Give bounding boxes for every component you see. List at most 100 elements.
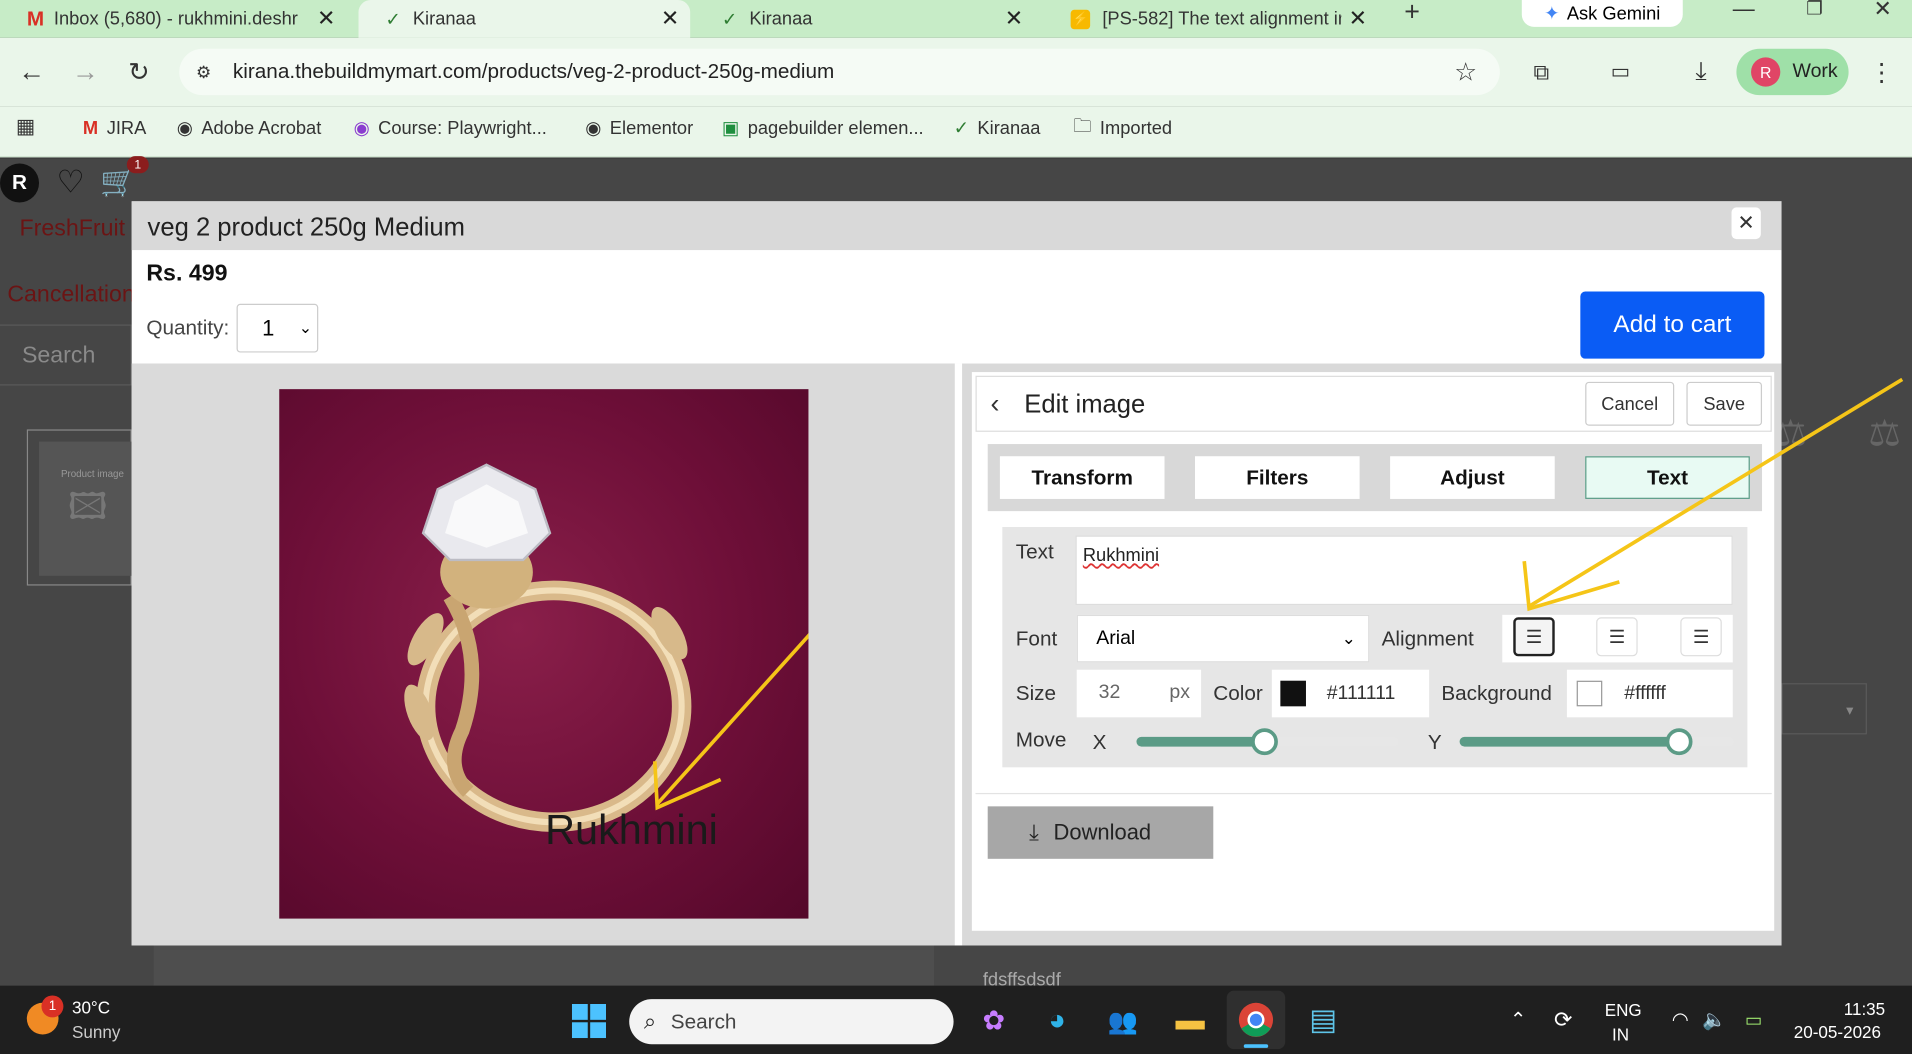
apps-grid-icon[interactable]: ▦	[12, 115, 39, 139]
background-input[interactable]: #ffffff	[1566, 669, 1733, 718]
tab-label: [PS-582] The text alignment ir	[1102, 8, 1342, 30]
bookmark-jira[interactable]: M JIRA	[83, 116, 146, 140]
minimize-icon[interactable]: —	[1732, 0, 1756, 20]
bookmark-elementor[interactable]: ◉ Elementor	[585, 116, 693, 140]
bookmark-pagebuilder[interactable]: ▣ pagebuilder elemen...	[722, 116, 924, 140]
background-value: #ffffff	[1624, 683, 1666, 704]
edge-icon[interactable]: ◕	[1039, 1003, 1076, 1040]
tab-jira[interactable]: ⚡ [PS-582] The text alignment ir ✕	[1044, 0, 1373, 38]
menu-kebab-icon[interactable]: ⋮	[1869, 57, 1893, 86]
tab-filters[interactable]: Filters	[1195, 456, 1360, 499]
globe-icon: ◉	[176, 118, 193, 140]
teams-icon[interactable]: 👥	[1102, 1003, 1143, 1040]
sync-icon[interactable]: ⟳	[1549, 1005, 1578, 1034]
back-icon[interactable]: ←	[17, 56, 46, 86]
gemini-label: Ask Gemini	[1566, 3, 1661, 24]
quantity-select[interactable]: 1 ⌄	[236, 303, 319, 353]
close-window-icon[interactable]: ✕	[1871, 0, 1895, 20]
color-value: #111111	[1326, 683, 1396, 704]
tab-label: Kiranaa	[749, 8, 813, 30]
volume-icon[interactable]: 🔈	[1702, 1008, 1726, 1032]
gmail-icon: M	[26, 6, 45, 30]
editor-title: Edit image	[1024, 390, 1146, 419]
move-y-thumb[interactable]	[1665, 728, 1693, 756]
battery-icon[interactable]: ▭	[1739, 1008, 1768, 1032]
file-explorer-icon[interactable]: ▬	[1171, 1003, 1210, 1040]
close-icon[interactable]: ✕	[1349, 6, 1367, 32]
chevron-up-icon[interactable]: ⌃	[1507, 1008, 1529, 1032]
heart-icon[interactable]: ♡	[54, 163, 88, 200]
close-icon[interactable]: ✕	[1005, 6, 1023, 32]
bookmark-adobe[interactable]: ◉ Adobe Acrobat	[177, 116, 322, 140]
close-icon[interactable]: ✕	[661, 6, 679, 32]
chevron-down-icon: ⌄	[1341, 628, 1356, 648]
forward-icon[interactable]: →	[71, 56, 100, 86]
download-button[interactable]: ⤓ Download	[987, 806, 1214, 859]
align-left-icon[interactable]: ☰	[1513, 617, 1555, 657]
clock-time[interactable]: 11:35	[1844, 999, 1885, 1019]
bookmark-course[interactable]: ◉ Course: Playwright...	[354, 116, 547, 140]
site-info-icon[interactable]: ⚙	[191, 60, 215, 84]
font-select[interactable]: Arial ⌄	[1076, 614, 1370, 663]
url-text[interactable]: kirana.thebuildmymart.com/products/veg-2…	[233, 60, 834, 84]
taskbar-search[interactable]: ⌕ Search	[629, 999, 954, 1045]
extensions-icon[interactable]: ⧉	[1527, 57, 1556, 86]
copilot-icon[interactable]: ✿	[976, 1003, 1013, 1040]
windows-start-icon[interactable]	[571, 1003, 608, 1040]
thumbnail-label: Product image	[60, 468, 124, 480]
align-center-icon[interactable]: ☰	[1596, 617, 1638, 657]
bookmark-label: Kiranaa	[977, 117, 1041, 139]
dropdown-arrow-icon[interactable]: ▾	[1781, 683, 1867, 735]
weather-temp[interactable]: 30°C	[72, 998, 110, 1018]
download-icon[interactable]: ⤓	[1685, 57, 1717, 86]
color-input[interactable]: #111111	[1271, 669, 1430, 718]
restore-icon[interactable]: ❐	[1802, 0, 1826, 20]
move-y-fill	[1459, 736, 1680, 747]
sheets-icon: ▣	[721, 118, 740, 140]
tab-kiranaa[interactable]: ✓ Kiranaa ✕	[695, 0, 1034, 38]
chrome-icon[interactable]	[1236, 1000, 1275, 1039]
profile-button[interactable]: R Work	[1736, 48, 1849, 96]
notepad-icon[interactable]: ▤	[1305, 1000, 1342, 1039]
background-swatch[interactable]	[1576, 680, 1603, 707]
product-preview-image[interactable]: Rukhmini	[279, 389, 809, 919]
folder-icon: 🗀	[1073, 115, 1092, 137]
clock-date: 20-05-2026	[1793, 1022, 1882, 1042]
bg-panel	[153, 945, 935, 986]
tab-transform[interactable]: Transform	[999, 456, 1165, 499]
tab-gmail[interactable]: M Inbox (5,680) - rukhmini.deshr ✕	[0, 0, 354, 38]
modal-close-button[interactable]: ✕	[1731, 207, 1761, 240]
add-to-cart-button[interactable]: Add to cart	[1580, 291, 1765, 359]
bookmark-kiranaa[interactable]: ✓ Kiranaa	[954, 116, 1041, 140]
text-input-value: Rukhmini	[1082, 545, 1160, 567]
size-input[interactable]: 32 px	[1076, 669, 1202, 718]
bookmark-label: pagebuilder elemen...	[747, 117, 924, 139]
ask-gemini-button[interactable]: ✦ Ask Gemini	[1521, 0, 1683, 27]
tab-kiranaa-active[interactable]: ✓ Kiranaa ✕	[358, 0, 691, 38]
new-tab-button[interactable]: +	[1397, 0, 1426, 27]
size-label: Size	[1015, 681, 1057, 706]
color-swatch[interactable]	[1280, 680, 1306, 707]
reload-icon[interactable]: ↻	[124, 58, 153, 86]
alignment-label: Alignment	[1381, 627, 1474, 651]
language-code[interactable]: ENG	[1605, 1000, 1642, 1020]
cast-icon[interactable]: ▭	[1605, 57, 1637, 86]
weather-desc: Sunny	[71, 1022, 121, 1042]
wifi-icon[interactable]: ◠	[1668, 1008, 1692, 1032]
size-unit: px	[1169, 681, 1191, 703]
close-icon[interactable]: ✕	[317, 6, 335, 32]
active-indicator	[1243, 1044, 1269, 1048]
brand-name[interactable]: FreshFruit	[20, 216, 126, 243]
bookmark-imported[interactable]: 🗀 Imported	[1073, 115, 1172, 140]
profile-avatar: R	[1751, 57, 1781, 87]
align-right-icon[interactable]: ☰	[1680, 617, 1722, 657]
back-chevron-icon[interactable]: ‹	[983, 388, 1007, 418]
user-avatar[interactable]: R	[0, 163, 40, 203]
font-label: Font	[1015, 627, 1058, 651]
check-circle-icon: ✓	[721, 9, 738, 30]
bookmark-star-icon[interactable]: ☆	[1451, 58, 1480, 86]
tab-label: Kiranaa	[412, 8, 476, 30]
move-label: Move	[1015, 728, 1067, 752]
cancellation-link[interactable]: Cancellation	[7, 282, 135, 309]
chevron-down-icon: ⌄	[298, 318, 313, 337]
